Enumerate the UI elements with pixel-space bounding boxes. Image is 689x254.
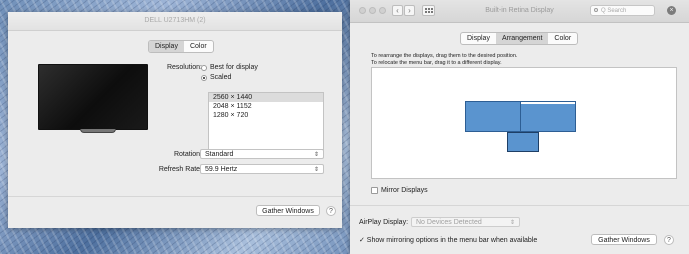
refresh-rate-value: 59.9 Hertz xyxy=(205,166,238,173)
rotation-popup[interactable]: Standard ⇕ xyxy=(200,149,324,159)
show-mirroring-option[interactable]: ✓ Show mirroring options in the menu bar… xyxy=(359,236,537,244)
built-in-retina-window: ‹ › Built-in Retina Display Q Search × D… xyxy=(350,0,689,254)
search-placeholder: Q Search xyxy=(601,8,627,14)
gather-windows-button[interactable]: Gather Windows xyxy=(591,234,657,245)
mirror-displays-option[interactable]: Mirror Displays xyxy=(371,187,428,194)
refresh-rate-label: Refresh Rate: xyxy=(158,166,202,173)
refresh-rate-popup[interactable]: 59.9 Hertz ⇕ xyxy=(200,164,324,174)
search-icon xyxy=(594,8,598,12)
instruction-line: To relocate the menu bar, drag it to a d… xyxy=(371,60,502,66)
help-button[interactable]: ? xyxy=(664,235,674,245)
up-down-chevron-icon: ⇕ xyxy=(313,167,319,173)
mirror-displays-label: Mirror Displays xyxy=(381,187,428,194)
rotation-value: Standard xyxy=(205,151,234,158)
gather-windows-button[interactable]: Gather Windows xyxy=(256,205,320,216)
divider xyxy=(350,205,689,206)
menu-bar-indicator[interactable] xyxy=(521,102,575,104)
window-titlebar: ‹ › Built-in Retina Display Q Search × xyxy=(350,0,689,23)
up-down-chevron-icon: ⇕ xyxy=(313,152,319,158)
tab-arrangement[interactable]: Arrangement xyxy=(495,33,549,44)
radio-button[interactable] xyxy=(201,64,207,71)
tab-display[interactable]: Display xyxy=(149,41,184,52)
up-down-chevron-icon: ⇕ xyxy=(509,220,515,226)
display-tabs: Display Arrangement Color xyxy=(460,32,579,45)
tab-display[interactable]: Display xyxy=(461,33,496,44)
list-item[interactable]: 2560 × 1440 xyxy=(209,93,323,102)
instruction-line: To rearrange the displays, drag them to … xyxy=(371,53,518,59)
airplay-value: No Devices Detected xyxy=(416,219,482,226)
search-input[interactable]: Q Search xyxy=(590,5,655,16)
close-icon[interactable]: × xyxy=(667,6,676,15)
scaled-option[interactable]: Scaled xyxy=(201,74,231,81)
rotation-label: Rotation: xyxy=(173,151,202,158)
tab-color[interactable]: Color xyxy=(548,33,577,44)
best-for-display-option[interactable]: Best for display xyxy=(201,64,258,71)
list-item[interactable]: 1280 × 720 xyxy=(209,111,323,120)
best-for-display-label: Best for display xyxy=(210,64,258,71)
instructions: To rearrange the displays, drag them to … xyxy=(371,53,517,67)
arrangement-area xyxy=(371,67,677,179)
scaled-label: Scaled xyxy=(210,74,232,81)
tab-color[interactable]: Color xyxy=(184,41,213,52)
display-thumbnail-left[interactable] xyxy=(465,101,521,132)
list-item[interactable]: 2048 × 1152 xyxy=(209,102,323,111)
airplay-popup[interactable]: No Devices Detected ⇕ xyxy=(411,217,520,227)
divider xyxy=(8,196,342,197)
airplay-label: AirPlay Display: xyxy=(359,219,409,226)
help-button[interactable]: ? xyxy=(326,206,336,216)
resolution-list[interactable]: 2560 × 1440 2048 × 1152 1280 × 720 xyxy=(208,92,324,150)
monitor-image xyxy=(38,64,148,130)
window-title: DELL U2713HM (2) xyxy=(8,12,342,31)
mirror-displays-checkbox[interactable] xyxy=(371,187,378,194)
dell-display-window: DELL U2713HM (2) Display Color Resolutio… xyxy=(8,12,342,228)
display-color-segmented-control: Display Color xyxy=(148,40,214,53)
display-thumbnail-built-in[interactable] xyxy=(507,132,539,152)
resolution-label: Resolution: xyxy=(166,64,202,71)
display-thumbnail-main[interactable] xyxy=(520,101,576,132)
monitor-stand xyxy=(80,129,116,133)
radio-button-selected[interactable] xyxy=(201,74,207,81)
